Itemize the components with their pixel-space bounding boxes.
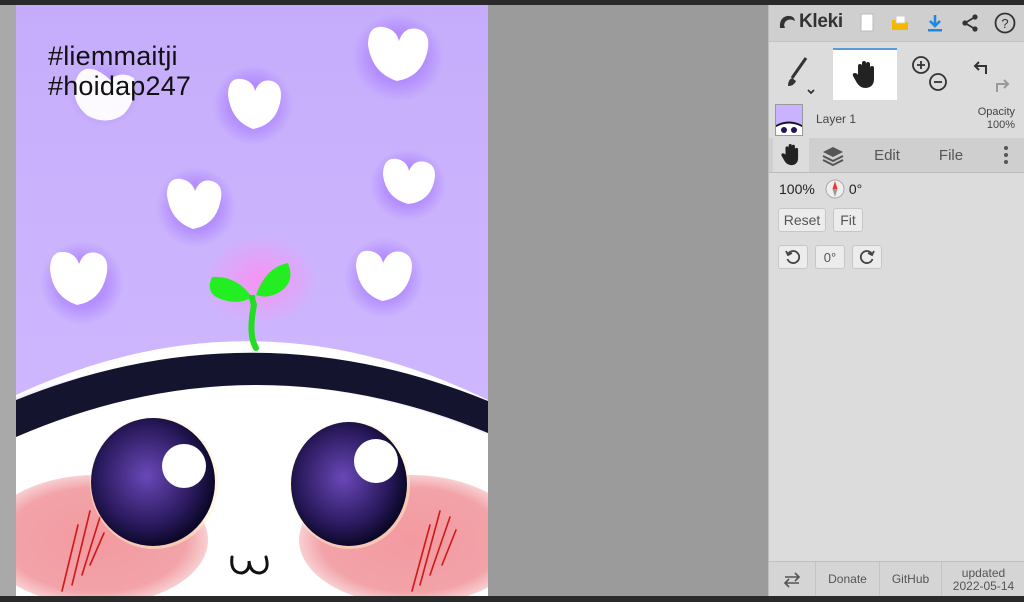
help-icon: ?	[994, 12, 1016, 34]
swap-arrows-icon	[783, 571, 801, 588]
hashtag-2: #hoidap247	[48, 71, 192, 101]
undo-redo-icon	[973, 61, 1010, 92]
zoom-in-zoom-out-icon	[912, 56, 947, 91]
tool-panel: Kleki ? Layer 1 Opacity 100% Edit File 1…	[768, 5, 1024, 597]
rotate-left-icon	[785, 250, 801, 264]
hand-tool-button[interactable]	[833, 48, 897, 100]
download-icon	[928, 15, 942, 32]
more-menu-button[interactable]	[991, 138, 1021, 172]
download-button[interactable]	[921, 9, 949, 37]
tab-file[interactable]: File	[923, 138, 979, 172]
kleki-logo-icon	[779, 15, 795, 28]
rotate-right-button[interactable]	[852, 245, 882, 269]
brush-tool-button[interactable]	[769, 48, 831, 100]
panel-tabs: Edit File	[769, 138, 1024, 173]
panel-header: Kleki ?	[769, 5, 1024, 42]
window-bottom-bar	[0, 596, 1024, 602]
swap-side-button[interactable]	[769, 562, 815, 597]
opacity-label: Opacity	[977, 106, 1015, 118]
rotate-left-button[interactable]	[778, 245, 808, 269]
rotation-reset-button[interactable]: 0°	[815, 245, 845, 269]
hand-icon	[852, 61, 874, 88]
github-link[interactable]: GitHub	[879, 562, 941, 597]
logo-text: Kleki	[799, 11, 843, 32]
compass-icon[interactable]	[825, 179, 845, 199]
updated-label: updated	[961, 565, 1006, 580]
open-folder-icon	[892, 15, 908, 30]
brush-icon	[788, 57, 815, 94]
zoom-level: 100%	[779, 181, 815, 197]
view-info: 100% 0°	[779, 179, 862, 199]
tool-row	[769, 48, 1024, 100]
opacity-value: 100%	[986, 119, 1015, 131]
undo-redo-buttons[interactable]	[961, 48, 1023, 100]
tab-layers[interactable]	[813, 138, 853, 172]
donate-link[interactable]: Donate	[815, 562, 879, 597]
new-page-icon	[860, 13, 874, 32]
layer-name: Layer 1	[816, 112, 857, 126]
hashtag-1: #liemmaitji	[48, 41, 178, 71]
updated-info[interactable]: updated 2022-05-14	[941, 562, 1024, 597]
layer-thumbnail	[775, 104, 803, 136]
rotation-value: 0°	[848, 181, 863, 197]
tab-edit[interactable]: Edit	[859, 138, 915, 172]
layer-opacity[interactable]: Opacity 100%	[978, 106, 1015, 132]
hashtag-text: #liemmaitji #hoidap247	[48, 41, 191, 101]
svg-text:?: ?	[1001, 16, 1008, 31]
help-button[interactable]: ?	[991, 9, 1019, 37]
fit-button[interactable]: Fit	[833, 208, 863, 232]
layer-row[interactable]: Layer 1 Opacity 100%	[769, 101, 1024, 137]
share-button[interactable]	[956, 9, 984, 37]
new-page-button[interactable]	[853, 9, 881, 37]
rotate-right-icon	[859, 250, 875, 264]
kleki-logo[interactable]: Kleki	[777, 11, 843, 33]
updated-date: 2022-05-14	[952, 578, 1015, 593]
open-button[interactable]	[886, 9, 914, 37]
tab-hand[interactable]	[773, 138, 809, 172]
drawing-canvas[interactable]: #liemmaitji #hoidap247	[16, 5, 488, 596]
reset-button[interactable]: Reset	[778, 208, 826, 232]
more-vertical-icon	[1004, 146, 1008, 164]
layers-icon	[822, 147, 844, 166]
hand-tab-icon	[781, 144, 799, 166]
panel-footer: Donate GitHub updated 2022-05-14	[769, 561, 1024, 597]
zoom-buttons[interactable]	[899, 48, 959, 100]
share-icon	[962, 14, 978, 32]
left-margin	[0, 5, 16, 596]
